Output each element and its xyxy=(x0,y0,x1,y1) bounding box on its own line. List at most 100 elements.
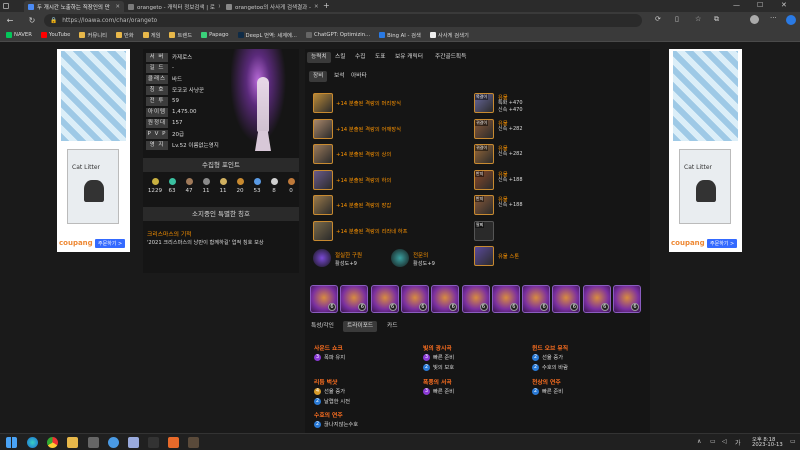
equipment-icon[interactable] xyxy=(313,144,333,164)
volume-icon[interactable]: ◁ xyxy=(722,438,727,445)
edge-icon[interactable] xyxy=(27,437,38,448)
tab-main-5[interactable]: 주간골드획득 xyxy=(431,52,470,63)
close-window-button[interactable]: ✕ xyxy=(781,1,787,9)
card-slot[interactable]: 6 xyxy=(340,285,369,313)
card-slot[interactable]: 6 xyxy=(310,285,338,313)
card-slot[interactable]: 6 xyxy=(582,285,611,313)
equipment-name[interactable]: +14 분출된 격랑의 장갑 xyxy=(336,201,391,209)
accessory-icon[interactable]: 목걸이 xyxy=(474,93,494,113)
bookmark-chatgpt[interactable]: ChatGPT: Optimizin... xyxy=(305,32,370,38)
card-slot[interactable]: 6 xyxy=(491,285,520,313)
equipment-icon[interactable] xyxy=(313,169,333,190)
equipment-name[interactable]: +14 분출된 격랑의 어깨장식 xyxy=(336,125,401,133)
card-slot[interactable]: 6 xyxy=(552,285,581,313)
tab-main-3[interactable]: 도표 xyxy=(371,52,389,63)
buy-button[interactable]: 주문하기 > xyxy=(95,239,126,248)
clock-date[interactable]: 2023-10-13 xyxy=(752,442,783,448)
equipment-name[interactable]: +14 분출된 격랑의 하의 xyxy=(336,176,391,184)
tray-chevron-icon[interactable]: ∧ xyxy=(697,438,701,445)
split-screen-icon[interactable]: ▯ xyxy=(675,15,679,23)
tab-sub-0[interactable]: 장비 xyxy=(309,71,328,82)
accessory-icon[interactable]: 귀걸이 xyxy=(474,144,494,164)
tab-sub-1[interactable]: 보석 xyxy=(330,71,348,82)
info-label: 클래스 xyxy=(146,74,168,84)
bing-chat-icon[interactable] xyxy=(786,15,796,25)
equipment-icon[interactable] xyxy=(313,220,333,241)
tab-skill-0[interactable]: 특성/각인 xyxy=(307,321,338,332)
accessory-icon[interactable]: 귀걸이 xyxy=(474,118,494,139)
card-slot[interactable]: 6 xyxy=(522,285,551,313)
file-explorer-icon[interactable] xyxy=(67,437,78,448)
chrome-icon[interactable] xyxy=(47,437,58,448)
bookmark-trends[interactable]: 트렌드 xyxy=(169,31,192,39)
back-icon[interactable]: ← xyxy=(4,16,16,25)
new-tab-button[interactable]: + xyxy=(323,1,330,10)
url-field[interactable]: 🔒 https://loawa.com/char/orangeto xyxy=(44,14,642,27)
equipment-name[interactable]: +14 분출된 격랑의 머리장식 xyxy=(336,99,401,107)
card-slot[interactable]: 6 xyxy=(461,285,490,313)
left-ad-banner[interactable]: Cat Litter coupang 주문하기 > xyxy=(57,49,130,252)
bookmark-games[interactable]: 게임 xyxy=(142,31,160,39)
close-icon[interactable]: ✕ xyxy=(218,4,220,10)
lostark-icon[interactable] xyxy=(188,437,199,448)
equipment-name[interactable]: +14 분출된 격랑의 상의 xyxy=(336,150,391,158)
tab-main-1[interactable]: 스킬 xyxy=(331,52,349,63)
cat-litter-bag: Cat Litter xyxy=(679,149,731,224)
card-slot[interactable]: 6 xyxy=(400,285,429,313)
collections-icon[interactable]: ⧉ xyxy=(714,15,719,24)
equipment-icon[interactable] xyxy=(313,93,333,113)
favorites-icon[interactable]: ☆ xyxy=(695,15,701,23)
tab-skill-2[interactable]: 카드 xyxy=(383,321,401,332)
card-slot[interactable]: 6 xyxy=(613,285,641,313)
app-icon[interactable] xyxy=(108,437,119,448)
bookmark-youtube[interactable]: YouTube xyxy=(40,32,70,38)
tab-main-4[interactable]: 보유 캐릭터 xyxy=(391,52,427,63)
bookmark-deepl[interactable]: DeepL 번역: 세계에... xyxy=(237,31,297,39)
app-s-icon[interactable] xyxy=(168,437,179,448)
close-icon[interactable]: ✕ xyxy=(314,4,319,10)
bookmark-papago[interactable]: Papago xyxy=(201,32,229,38)
tab-skill-1[interactable]: 트라이포드 xyxy=(343,321,378,332)
tab-main-0[interactable]: 능력치 xyxy=(307,52,331,63)
notification-icon[interactable]: ▭ xyxy=(790,438,796,445)
tripod-level: 3 xyxy=(314,353,321,361)
browser-tab-2[interactable]: orangeto - 캐릭터 정보검색 | 로 ✕ xyxy=(124,1,220,12)
window-menu-icon[interactable] xyxy=(3,3,9,9)
equipment-icon[interactable] xyxy=(313,118,333,139)
calculator-icon[interactable] xyxy=(88,437,99,448)
browser-tab-3[interactable]: orangetoo의 사사게 검색결과 - ✕ xyxy=(222,1,320,12)
start-icon[interactable] xyxy=(6,437,17,448)
reload-icon[interactable]: ↻ xyxy=(26,16,38,25)
game-launcher-icon[interactable] xyxy=(148,437,159,448)
accessory-icon[interactable]: 반지 xyxy=(474,195,494,215)
network-icon[interactable]: ▭ xyxy=(710,438,716,445)
effect-icon[interactable] xyxy=(313,249,331,267)
maximize-button[interactable]: ☐ xyxy=(757,1,763,9)
tab-sub-2[interactable]: 아바타 xyxy=(347,71,371,82)
bookmark-comics[interactable]: 만화 xyxy=(115,31,134,39)
accessory-icon[interactable]: 반지 xyxy=(474,169,494,190)
effect-icon[interactable] xyxy=(391,249,409,267)
buy-button[interactable]: 주문하기 > xyxy=(707,239,738,248)
ime-icon[interactable]: 가 xyxy=(735,438,741,447)
bookmark-naver[interactable]: NAVER xyxy=(6,32,32,38)
card-awaken-count: 6 xyxy=(328,303,336,311)
accessory-icon[interactable] xyxy=(474,246,494,266)
more-menu-icon[interactable]: ··· xyxy=(770,14,777,22)
equipment-icon[interactable] xyxy=(313,195,333,215)
bookmark-bing[interactable]: Bing AI - 검색 xyxy=(379,31,421,39)
notepad-icon[interactable] xyxy=(128,437,139,448)
profile-avatar[interactable] xyxy=(750,15,759,24)
equipment-name[interactable]: +14 분출된 격랑의 리라네 하프 xyxy=(336,227,408,235)
tab-main-2[interactable]: 수집 xyxy=(351,52,369,63)
card-slot[interactable]: 6 xyxy=(370,285,399,313)
bookmark-sasage[interactable]: 사사게 검색기 xyxy=(429,31,469,39)
minimize-button[interactable]: — xyxy=(733,1,740,9)
close-icon[interactable]: ✕ xyxy=(115,4,120,10)
extension-icon[interactable]: ⟳ xyxy=(655,15,661,23)
bookmark-community[interactable]: 커뮤니티 xyxy=(79,31,107,39)
browser-tab-1[interactable]: 두 개시간 노출하는 직장인의 만 ✕ xyxy=(24,1,124,12)
card-slot[interactable]: 6 xyxy=(431,285,460,313)
accessory-icon[interactable]: 팔찌 xyxy=(474,220,494,241)
right-ad-banner[interactable]: Cat Litter coupang 주문하기 > xyxy=(669,49,742,252)
